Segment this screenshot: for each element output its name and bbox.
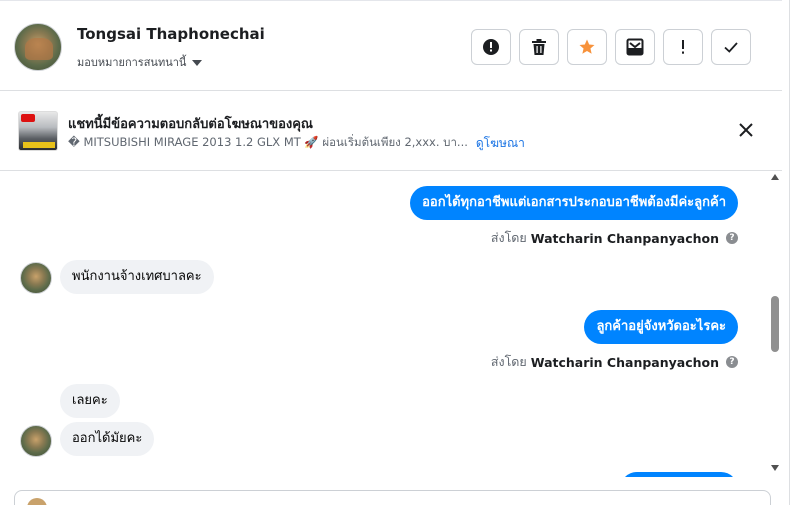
trash-icon <box>532 39 546 55</box>
sent-by-label: ส่งโดย Watcharin Chanpanyachon ? <box>491 228 738 248</box>
sent-by-prefix: ส่งโดย <box>490 230 527 245</box>
incoming-message[interactable]: เลยคะ <box>60 384 120 418</box>
assign-label: มอบหมายการสนทนานี้ <box>77 56 187 69</box>
incoming-message[interactable]: พนักงานจ้างเทศบาลคะ <box>60 260 214 294</box>
sent-by-label: ส่งโดย Watcharin Chanpanyachon ? <box>491 352 738 372</box>
outgoing-message[interactable]: ออกได้ทุกอาชีพแต่เอกสารประกอบอาชีพต้องมี… <box>410 186 738 220</box>
scrollbar-thumb[interactable] <box>771 296 779 352</box>
mark-important-button[interactable] <box>663 29 703 65</box>
contact-name[interactable]: Tongsai Thaphonechai <box>77 25 265 43</box>
ad-description-text: � MITSUBISHI MIRAGE 2013 1.2 GLX MT 🚀 ผ่… <box>68 135 468 149</box>
scroll-up-arrow-icon[interactable] <box>771 174 779 180</box>
message-thread: ออกได้ทุกอาชีพแต่เอกสารประกอบอาชีพต้องมี… <box>0 172 770 477</box>
header-actions <box>471 29 751 65</box>
move-to-done-button[interactable] <box>615 29 655 65</box>
ad-banner-description: � MITSUBISHI MIRAGE 2013 1.2 GLX MT 🚀 ผ่… <box>68 134 525 153</box>
ad-thumbnail[interactable] <box>18 111 58 151</box>
check-icon <box>724 42 738 53</box>
ad-reply-banner: แชทนี้มีข้อความตอบกลับต่อโฆษณาของคุณ � M… <box>0 92 782 171</box>
outgoing-message[interactable]: ลูกค้าอยู่จังหวัดอะไรคะ <box>584 310 738 344</box>
contact-avatar[interactable] <box>14 23 62 71</box>
incoming-message[interactable]: ออกได้มัยคะ <box>60 422 155 456</box>
exclamation-icon <box>682 40 684 54</box>
mark-done-button[interactable] <box>711 29 751 65</box>
sent-by-prefix: ส่งโดย <box>490 354 527 369</box>
composer-avatar <box>27 498 47 505</box>
help-icon[interactable]: ? <box>726 356 738 368</box>
sender-name[interactable]: Watcharin Chanpanyachon <box>531 355 719 370</box>
star-button[interactable] <box>567 29 607 65</box>
help-icon[interactable]: ? <box>726 232 738 244</box>
message-composer[interactable] <box>14 490 771 505</box>
view-ad-link[interactable]: ดูโฆษณา <box>476 134 525 153</box>
scroll-down-arrow-icon[interactable] <box>771 465 779 471</box>
assign-conversation-dropdown[interactable]: มอบหมายการสนทนานี้ <box>77 53 203 71</box>
delete-button[interactable] <box>519 29 559 65</box>
contact-avatar-small[interactable] <box>20 425 52 457</box>
sender-name[interactable]: Watcharin Chanpanyachon <box>531 231 719 246</box>
archive-icon <box>626 38 644 56</box>
caret-down-icon <box>192 60 203 66</box>
star-icon <box>579 39 595 54</box>
mark-spam-button[interactable] <box>471 29 511 65</box>
contact-avatar-small[interactable] <box>20 262 52 294</box>
exclamation-circle-icon <box>483 39 499 55</box>
close-icon[interactable] <box>736 120 756 140</box>
conversation-panel: Tongsai Thaphonechai มอบหมายการสนทนานี้ <box>0 0 790 505</box>
outgoing-message-partial[interactable] <box>620 472 738 477</box>
conversation-header: Tongsai Thaphonechai มอบหมายการสนทนานี้ <box>0 0 782 91</box>
ad-banner-title: แชทนี้มีข้อความตอบกลับต่อโฆษณาของคุณ <box>68 117 313 132</box>
